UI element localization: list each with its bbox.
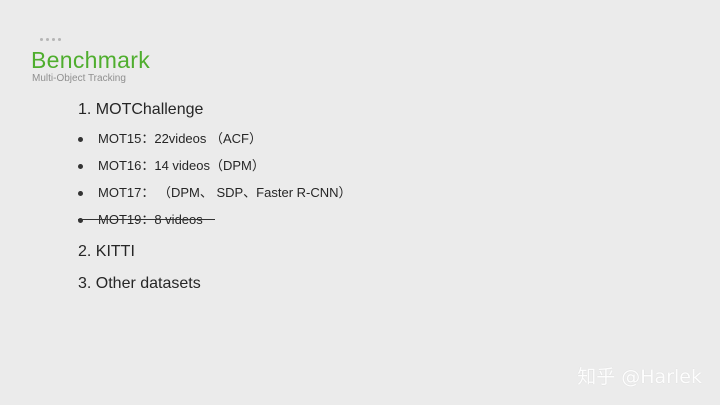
section-heading-kitti: 2. KITTI — [78, 243, 135, 260]
watermark-text: 知乎 @Harlek — [577, 366, 702, 388]
dot-4 — [58, 38, 61, 41]
bullet-item-mot16: MOT16：14 videos（DPM） — [78, 158, 265, 174]
bullet-dot-icon — [78, 190, 83, 196]
bullet-item-mot19: MOT19：8 videos — [78, 212, 203, 228]
bullet-text: MOT17： （DPM、 SDP、Faster R-CNN） — [98, 185, 352, 200]
dot-3 — [52, 38, 55, 41]
dot-2 — [46, 38, 49, 41]
dot-1 — [40, 38, 43, 41]
section-heading-other-datasets: 3. Other datasets — [78, 275, 201, 292]
bullet-dot-icon — [78, 163, 83, 169]
bullet-text: MOT15：22videos （ACF） — [98, 131, 262, 146]
bullet-text: MOT19：8 videos — [98, 212, 203, 227]
page-subtitle: Multi-Object Tracking — [32, 73, 126, 84]
bullet-dot-icon — [78, 136, 83, 142]
bullet-item-mot15: MOT15：22videos （ACF） — [78, 131, 262, 147]
page-title: Benchmark — [31, 47, 151, 73]
section-heading-motchallenge: 1. MOTChallenge — [78, 101, 204, 118]
slide: Benchmark Multi-Object Tracking 1. MOTCh… — [0, 0, 720, 405]
strikethrough-line — [78, 219, 215, 220]
decorative-dots — [40, 38, 61, 41]
bullet-text: MOT16：14 videos（DPM） — [98, 158, 265, 173]
bullet-item-mot17: MOT17： （DPM、 SDP、Faster R-CNN） — [78, 185, 352, 201]
